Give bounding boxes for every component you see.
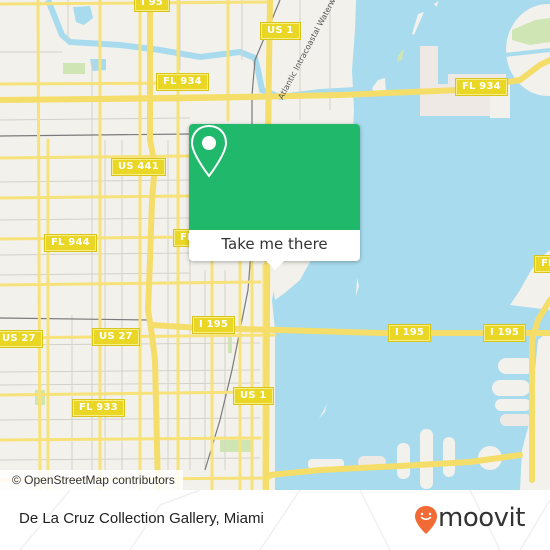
map-pin-icon bbox=[190, 124, 228, 178]
venetian-island bbox=[443, 437, 455, 477]
venetian-island bbox=[495, 399, 531, 411]
venetian-island bbox=[397, 443, 410, 479]
lake bbox=[73, 6, 93, 25]
road-shield-us27: US 27 bbox=[0, 330, 43, 348]
road-shield-i95: I 95 bbox=[134, 0, 170, 12]
road-shield-i195: I 195 bbox=[191, 316, 236, 334]
footer-bar: De La Cruz Collection Gallery, Miami moo… bbox=[0, 490, 550, 550]
venetian-island bbox=[500, 414, 532, 426]
take-me-there-button[interactable]: Take me there bbox=[189, 230, 360, 261]
road-shield-i195: I 195 bbox=[387, 324, 432, 342]
moovit-pin-icon bbox=[415, 506, 437, 534]
venetian-island bbox=[492, 380, 530, 396]
park bbox=[228, 335, 232, 353]
road-shield-fl934: FL 934 bbox=[455, 78, 508, 96]
map-canvas[interactable]: I 95 US 1 FL 934 FL 934 US 441 FL 944 FL… bbox=[0, 0, 550, 490]
road-shield-us27: US 27 bbox=[92, 328, 140, 346]
park bbox=[63, 63, 85, 74]
road-shield-fl934: FL 934 bbox=[156, 73, 209, 91]
road-shield-us1: US 1 bbox=[233, 387, 274, 405]
port-pier bbox=[420, 46, 438, 116]
map-attribution[interactable]: © OpenStreetMap contributors bbox=[0, 470, 183, 490]
popup-pointer bbox=[265, 260, 285, 270]
road-shield-i195: I 195 bbox=[482, 324, 527, 342]
popup-header bbox=[189, 124, 360, 230]
road-shield-fl: FL bbox=[534, 255, 550, 273]
road-shield-fl933: FL 933 bbox=[72, 399, 125, 417]
venetian-island bbox=[498, 358, 534, 374]
road-shield-us1: US 1 bbox=[260, 22, 301, 40]
place-name: De La Cruz Collection Gallery, Miami bbox=[19, 510, 264, 527]
location-popup: Take me there bbox=[189, 124, 360, 270]
road-shield-fl944: FL 944 bbox=[44, 234, 97, 252]
road-shield-us441: US 441 bbox=[111, 158, 166, 176]
moovit-wordmark: moovit bbox=[438, 503, 525, 533]
venetian-island bbox=[420, 429, 433, 489]
